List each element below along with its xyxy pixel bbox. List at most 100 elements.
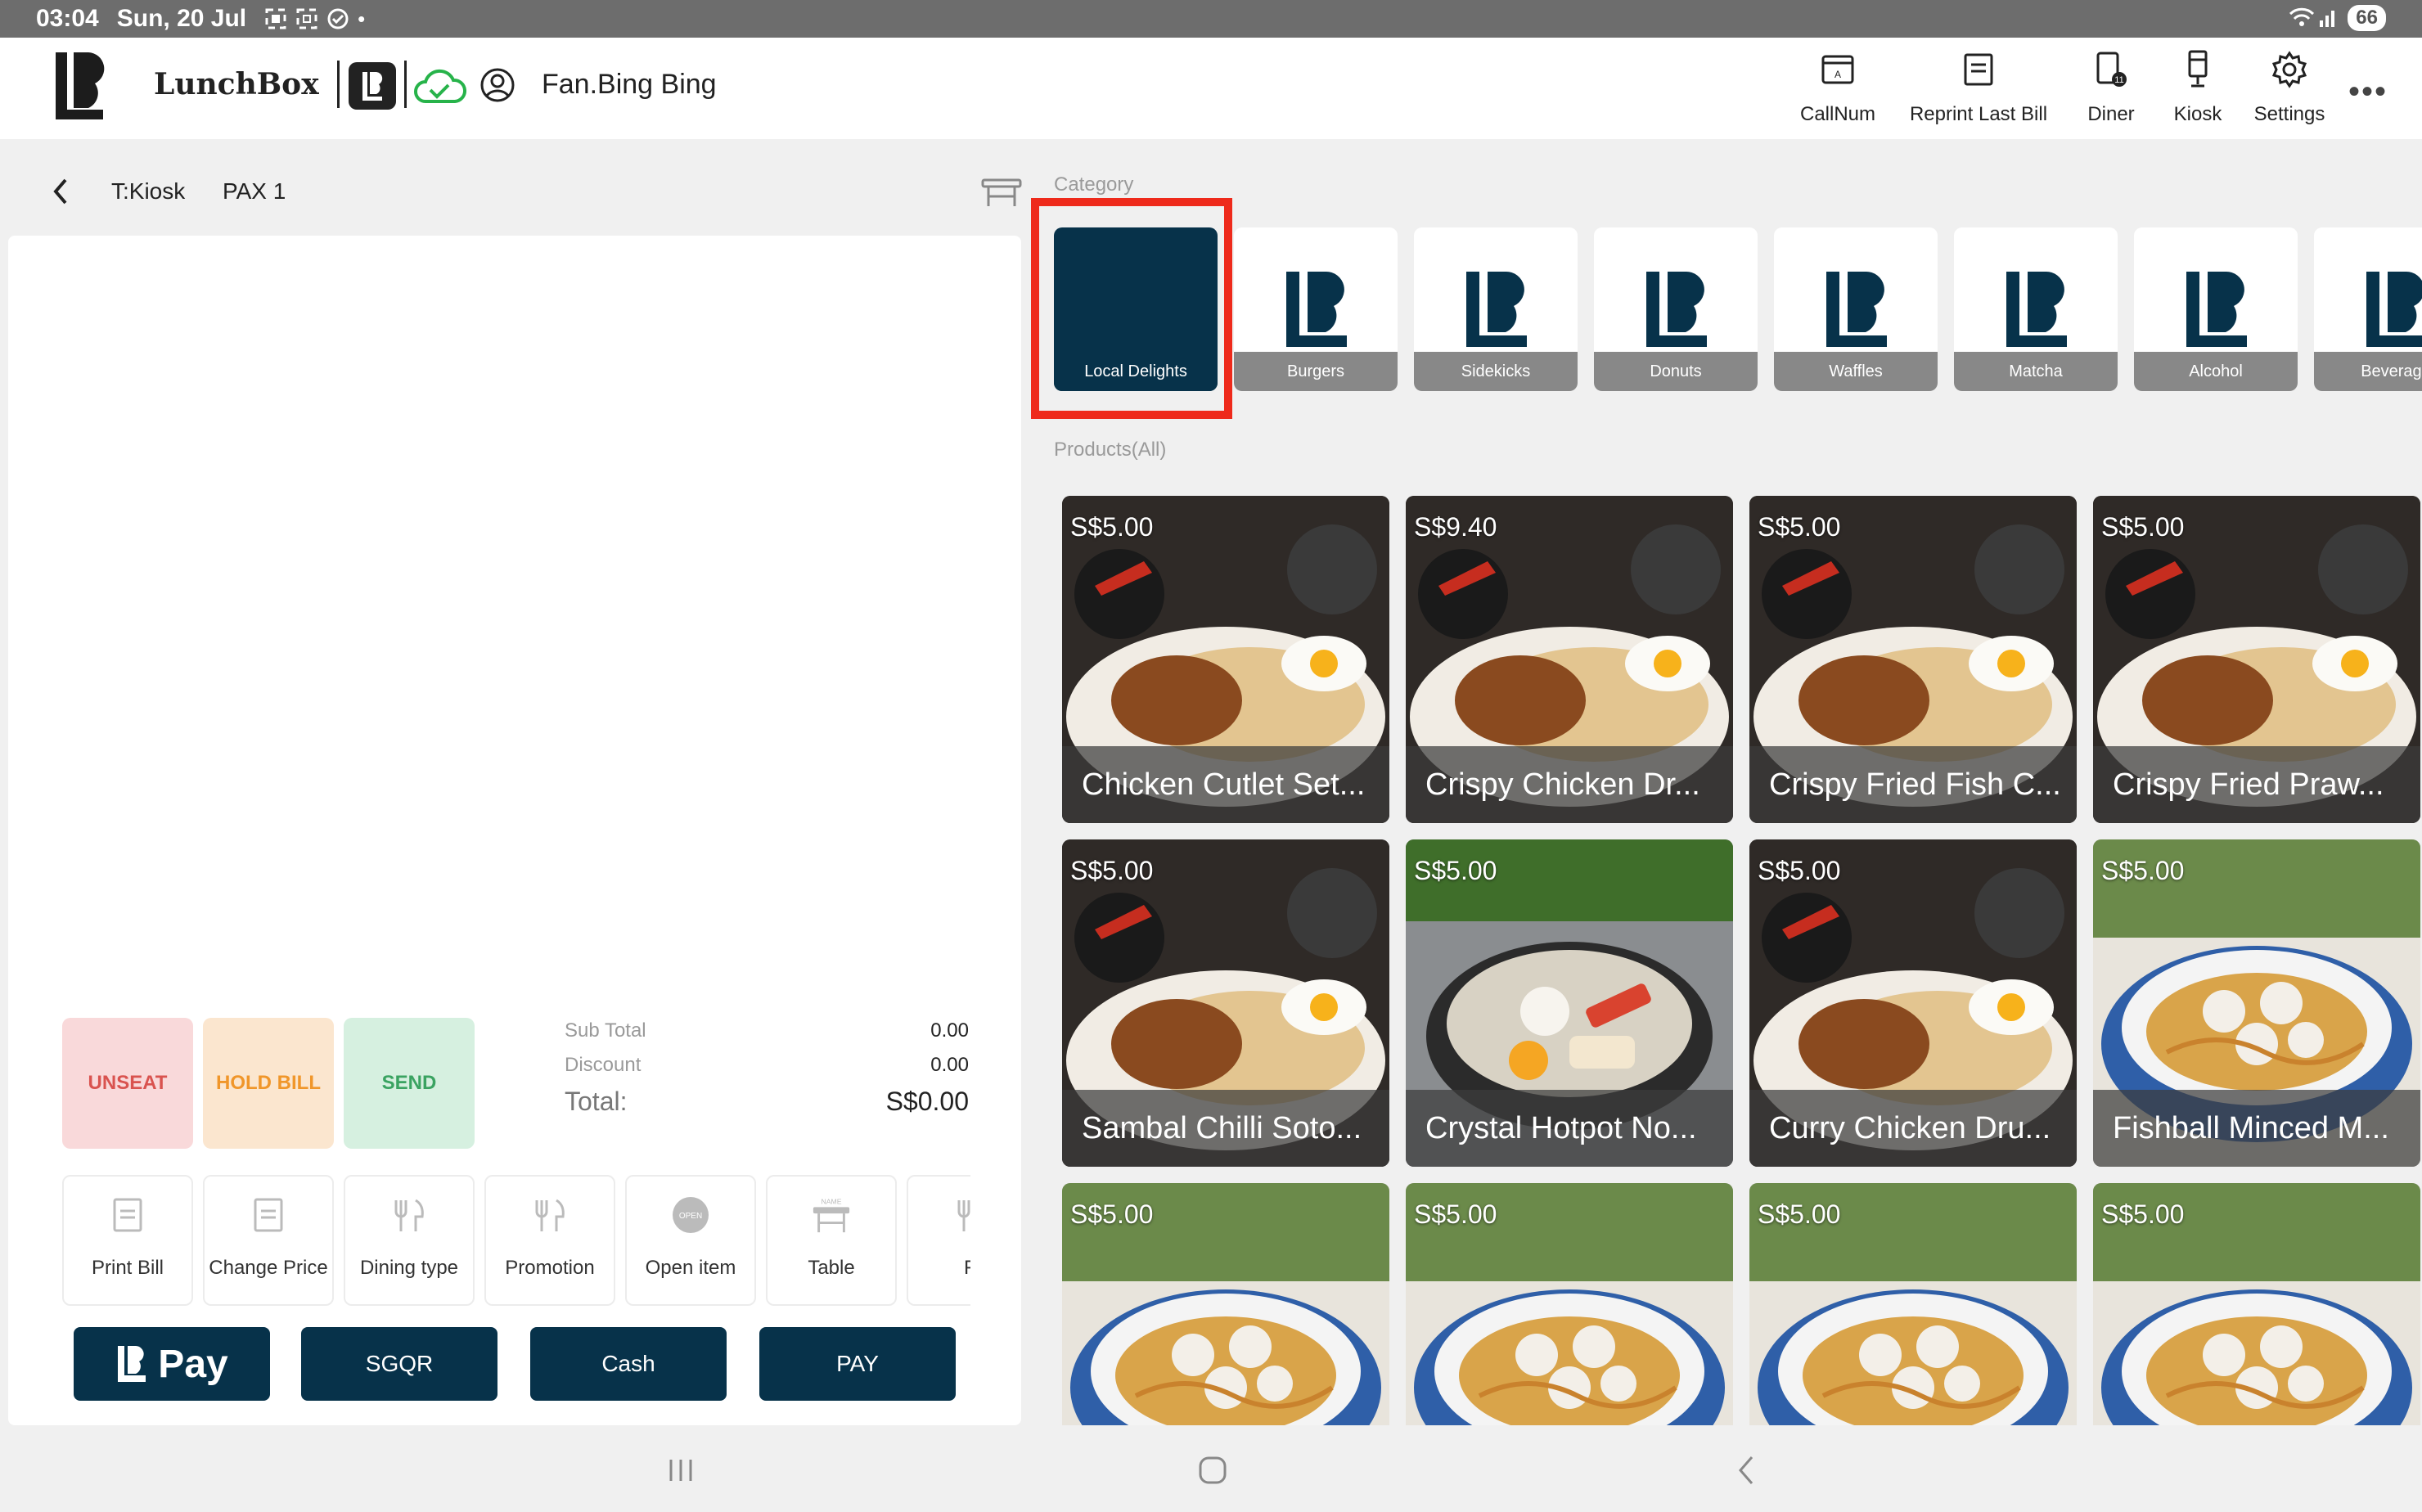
open-badge-text: OPEN bbox=[679, 1212, 702, 1221]
category-logo-icon bbox=[2186, 271, 2247, 347]
print-bill-button[interactable]: Print Bill bbox=[62, 1175, 193, 1306]
product-name: Curry Chicken Dru... bbox=[1749, 1090, 2077, 1167]
divider bbox=[337, 61, 340, 108]
app-header: LunchBox Fan.Bing Bing A CallNum Reprint… bbox=[0, 38, 2422, 139]
recents-button[interactable] bbox=[656, 1450, 705, 1491]
discount-row: Discount 0.00 bbox=[565, 1054, 969, 1077]
system-nav-bar bbox=[0, 1425, 2422, 1512]
product-price: S$5.00 bbox=[1070, 1199, 1154, 1229]
product-card[interactable]: S$9.40 Crispy Chicken Dr... bbox=[1406, 496, 1733, 823]
status-notification-icons: • bbox=[264, 7, 365, 32]
dining-type-button[interactable]: Dining type bbox=[344, 1175, 475, 1306]
discount-value: 0.00 bbox=[930, 1054, 969, 1076]
table-button[interactable]: NAME Table bbox=[766, 1175, 897, 1306]
open-badge-icon: OPEN bbox=[673, 1197, 709, 1233]
change-price-button[interactable]: Change Price bbox=[203, 1175, 334, 1306]
subtotal-value: 0.00 bbox=[930, 1019, 969, 1042]
cutlery-icon bbox=[394, 1199, 424, 1231]
lunchbox-pay-button[interactable]: Pay bbox=[74, 1327, 270, 1401]
pax-count[interactable]: PAX 1 bbox=[223, 178, 286, 205]
reprint-last-bill-button[interactable]: Reprint Last Bill bbox=[1907, 49, 2051, 131]
product-card[interactable]: S$5.00 Curry Chicken Dru... bbox=[1749, 839, 2077, 1167]
document-icon bbox=[254, 1198, 283, 1232]
product-card[interactable]: S$5.00 bbox=[1406, 1183, 1733, 1425]
cash-button[interactable]: Cash bbox=[530, 1327, 727, 1401]
product-card[interactable]: S$5.00 Chicken Cutlet Set... bbox=[1062, 496, 1389, 823]
category-label: Sidekicks bbox=[1414, 352, 1578, 391]
product-card[interactable]: S$5.00 bbox=[1062, 1183, 1389, 1425]
category-tile[interactable]: Beverage bbox=[2314, 227, 2422, 391]
category-logo-icon bbox=[2006, 271, 2067, 347]
dining-type-label: Dining type bbox=[359, 1257, 459, 1279]
cutlery-icon bbox=[957, 1200, 970, 1231]
cloud-sync-icon[interactable] bbox=[412, 65, 466, 106]
send-button[interactable]: SEND bbox=[344, 1018, 475, 1149]
dot-icon: • bbox=[358, 6, 366, 31]
callnum-button[interactable]: A CallNum bbox=[1797, 49, 1879, 131]
diner-label: Diner bbox=[2087, 103, 2135, 125]
back-arrow-icon[interactable] bbox=[51, 175, 70, 208]
wifi-signal-icon bbox=[2289, 7, 2335, 27]
unseat-button[interactable]: UNSEAT bbox=[62, 1018, 193, 1149]
product-price: S$5.00 bbox=[1070, 512, 1154, 542]
category-tile[interactable]: Donuts bbox=[1594, 227, 1758, 391]
product-price: S$5.00 bbox=[1414, 856, 1497, 885]
system-back-button[interactable] bbox=[1722, 1450, 1771, 1491]
products-heading: Products(All) bbox=[1054, 439, 1167, 461]
recents-icon bbox=[669, 1460, 692, 1481]
divider bbox=[404, 61, 407, 108]
store-logo-icon[interactable] bbox=[349, 62, 396, 110]
diner-button[interactable]: 11 Diner bbox=[2070, 49, 2152, 131]
home-button[interactable] bbox=[1188, 1450, 1237, 1491]
product-card[interactable]: S$5.00 Fishball Minced M... bbox=[2093, 839, 2420, 1167]
category-label: Matcha bbox=[1954, 352, 2118, 391]
open-item-button[interactable]: OPEN Open item bbox=[625, 1175, 756, 1306]
product-card[interactable]: S$5.00 Sambal Chilli Soto... bbox=[1062, 839, 1389, 1167]
home-icon bbox=[1199, 1456, 1227, 1484]
table-icon[interactable] bbox=[980, 175, 1023, 208]
category-logo-icon bbox=[2366, 271, 2422, 347]
more-options-icon[interactable]: ••• bbox=[2348, 74, 2388, 110]
category-logo-icon bbox=[1466, 271, 1527, 347]
product-price: S$5.00 bbox=[2101, 512, 2185, 542]
product-price: S$5.00 bbox=[1758, 1199, 1841, 1229]
more-tool-button[interactable]: Fi bbox=[907, 1175, 970, 1306]
table-icon: NAME bbox=[813, 1198, 850, 1233]
product-card[interactable]: S$5.00 Crispy Fried Praw... bbox=[2093, 496, 2420, 823]
settings-button[interactable]: Settings bbox=[2249, 49, 2330, 131]
callnum-label: CallNum bbox=[1799, 103, 1875, 125]
document-icon bbox=[113, 1198, 142, 1232]
svg-text:11: 11 bbox=[2114, 75, 2123, 85]
battery-indicator: 66 bbox=[2348, 5, 2386, 31]
sgqr-button[interactable]: SGQR bbox=[301, 1327, 497, 1401]
product-price: S$5.00 bbox=[1758, 856, 1841, 885]
product-card[interactable]: S$5.00 bbox=[2093, 1183, 2420, 1425]
product-price: S$5.00 bbox=[1758, 512, 1841, 542]
category-tile[interactable]: Alcohol bbox=[2134, 227, 2298, 391]
kiosk-button[interactable]: Kiosk bbox=[2157, 49, 2239, 131]
total-value: S$0.00 bbox=[885, 1087, 969, 1116]
category-tile[interactable]: Matcha bbox=[1954, 227, 2118, 391]
category-tile[interactable]: Burgers bbox=[1234, 227, 1398, 391]
table-name: T:Kiosk bbox=[111, 178, 186, 204]
product-name: Crispy Fried Praw... bbox=[2093, 746, 2420, 823]
product-price: S$9.40 bbox=[1414, 512, 1497, 542]
product-price: S$5.00 bbox=[2101, 1199, 2185, 1229]
category-label: Donuts bbox=[1594, 352, 1758, 391]
category-tile[interactable]: Sidekicks bbox=[1414, 227, 1578, 391]
username: Fan.Bing Bing bbox=[542, 69, 717, 100]
settings-label: Settings bbox=[2253, 103, 2325, 125]
category-label: Burgers bbox=[1234, 352, 1398, 391]
brand-name: LunchBox bbox=[154, 67, 319, 101]
hold-bill-button[interactable]: HOLD BILL bbox=[203, 1018, 334, 1149]
user-icon[interactable] bbox=[479, 67, 515, 103]
category-tile[interactable]: Waffles bbox=[1774, 227, 1938, 391]
product-card[interactable]: S$5.00 Crystal Hotpot No... bbox=[1406, 839, 1733, 1167]
product-card[interactable]: S$5.00 bbox=[1749, 1183, 2077, 1425]
pay-button[interactable]: PAY bbox=[759, 1327, 956, 1401]
change-price-label: Change Price bbox=[209, 1257, 328, 1279]
more-tool-label: Fi bbox=[964, 1257, 970, 1279]
promotion-button[interactable]: Promotion bbox=[484, 1175, 615, 1306]
status-time: 03:04 bbox=[36, 5, 99, 32]
product-card[interactable]: S$5.00 Crispy Fried Fish C... bbox=[1749, 496, 2077, 823]
